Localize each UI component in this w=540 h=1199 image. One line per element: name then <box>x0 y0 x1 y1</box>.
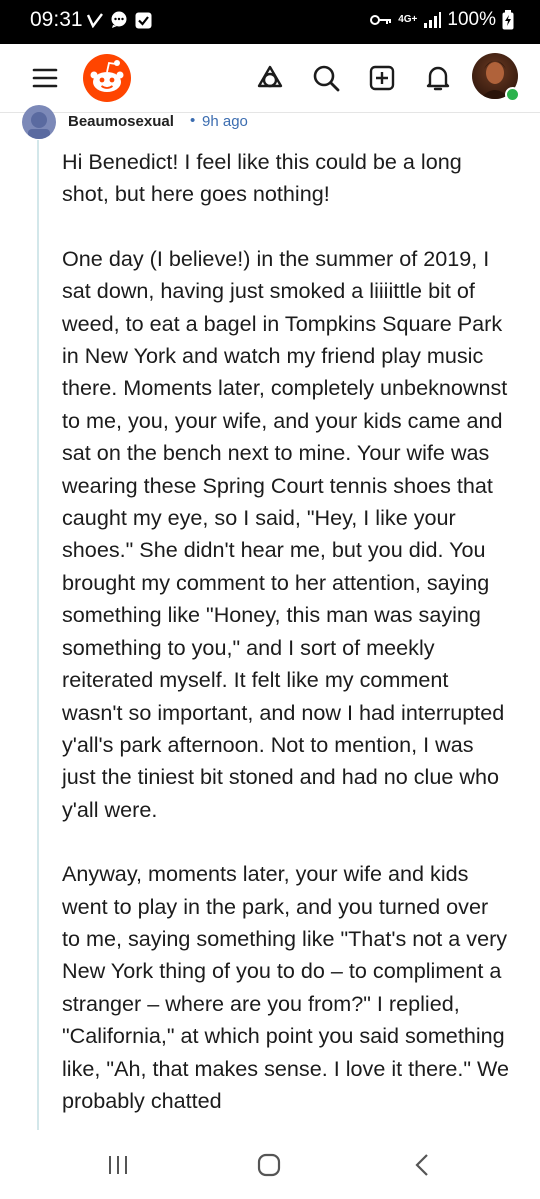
signal-icon <box>423 11 442 29</box>
recent-apps-icon[interactable] <box>98 1150 138 1180</box>
meta-separator: • <box>190 112 196 129</box>
check-v-icon <box>86 11 104 29</box>
notifications-icon[interactable] <box>418 58 458 98</box>
message-bubble-icon <box>110 11 128 29</box>
status-bar: 09:31 4G+ 100% <box>0 0 540 44</box>
battery-level: 100% <box>447 9 496 30</box>
explore-icon[interactable] <box>250 58 290 98</box>
comment-username[interactable]: Beaumosexual <box>68 113 174 130</box>
status-time: 09:31 <box>30 8 83 31</box>
hamburger-menu-icon[interactable] <box>25 58 65 98</box>
thread-line[interactable] <box>37 140 39 1130</box>
online-status-dot <box>505 87 520 102</box>
search-icon[interactable] <box>306 58 346 98</box>
key-icon <box>370 11 392 29</box>
status-notification-icons <box>86 11 152 29</box>
commenter-avatar[interactable] <box>22 105 56 139</box>
battery-charging-icon <box>502 10 514 30</box>
comment-paragraph: One day (I believe!) in the summer of 20… <box>62 245 508 822</box>
create-post-icon[interactable] <box>362 58 402 98</box>
system-navigation-bar <box>0 1130 540 1199</box>
home-icon[interactable] <box>249 1150 289 1180</box>
comment-body: Hi Benedict! I feel like this could be a… <box>62 146 512 1149</box>
comment-time-ago: 9h ago <box>202 113 248 130</box>
comment-paragraph: Hi Benedict! I feel like this could be a… <box>62 149 462 207</box>
reddit-logo[interactable] <box>82 53 132 103</box>
comment-paragraph: Anyway, moments later, your wife and kid… <box>62 861 510 1113</box>
back-icon[interactable] <box>402 1150 442 1180</box>
app-header <box>0 44 540 113</box>
status-system-icons: 4G+ 100% <box>370 9 514 31</box>
checkbox-icon <box>134 11 152 29</box>
network-type: 4G+ <box>398 14 418 25</box>
